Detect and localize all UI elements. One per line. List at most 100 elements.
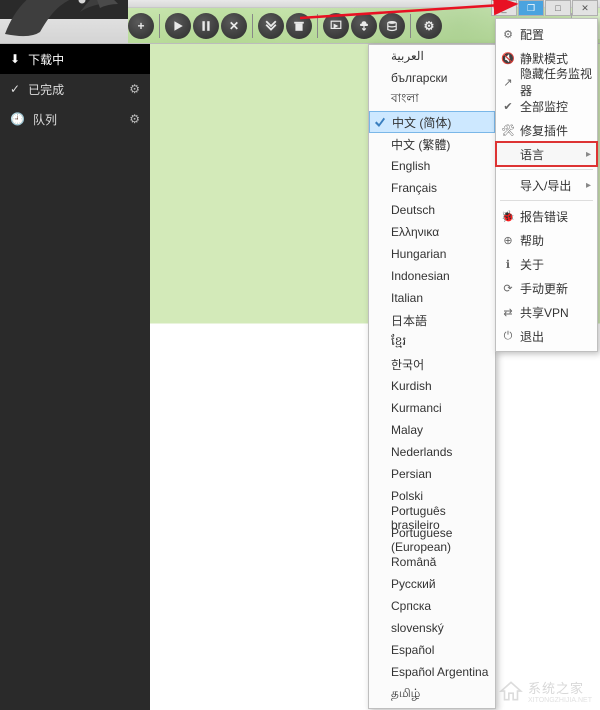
- settings-item[interactable]: ✔全部监控: [496, 94, 597, 118]
- watermark-text: 系统之家: [528, 678, 592, 697]
- pause-button[interactable]: [193, 13, 219, 39]
- language-option[interactable]: 中文 (简体): [369, 111, 495, 133]
- plus-icon: +: [137, 19, 144, 33]
- gear-icon: ⚙: [424, 19, 435, 33]
- menu-item-label: 报告错误: [520, 208, 568, 225]
- maximize-icon: □: [555, 3, 560, 13]
- menu-item-icon: ℹ: [500, 256, 516, 272]
- menu-item-icon: ⚙: [500, 26, 516, 42]
- language-option[interactable]: Ελληνικα: [369, 221, 495, 243]
- gear-icon[interactable]: ⚙: [129, 82, 140, 96]
- sidebar-item-1[interactable]: ✓已完成⚙: [0, 74, 150, 104]
- settings-item[interactable]: 语言: [496, 142, 597, 166]
- language-option[interactable]: Српска: [369, 595, 495, 617]
- menu-item-label: 帮助: [520, 232, 544, 249]
- watermark: 系统之家 XITONGZHIJIA.NET: [498, 678, 592, 704]
- database-button[interactable]: [379, 13, 405, 39]
- trash-icon: [293, 20, 305, 32]
- sidebar-item-label: 队列: [33, 111, 57, 128]
- menu-item-label: 配置: [520, 26, 544, 43]
- menu-item-icon: 🛠: [500, 122, 516, 138]
- settings-item[interactable]: ℹ关于: [496, 252, 597, 276]
- toolbar-separator: [317, 14, 318, 38]
- minimize-button[interactable]: _: [491, 0, 517, 16]
- menu-item-icon: [500, 177, 516, 193]
- menu-item-label: 全部监控: [520, 98, 568, 115]
- download-icon: ⬇: [10, 52, 20, 66]
- language-option[interactable]: Kurmanci: [369, 397, 495, 419]
- play-button[interactable]: [165, 13, 191, 39]
- language-option[interactable]: Русский: [369, 573, 495, 595]
- menu-item-label: 静默模式: [520, 50, 568, 67]
- language-option[interactable]: English: [369, 155, 495, 177]
- language-option[interactable]: Portuguese (European): [369, 529, 495, 551]
- grabber-icon: [330, 20, 342, 32]
- close-button[interactable]: ✕: [572, 0, 598, 16]
- delete-button[interactable]: [286, 13, 312, 39]
- add-button[interactable]: +: [128, 13, 154, 39]
- menu-item-icon: ↗: [500, 74, 516, 90]
- check-icon: ✓: [10, 82, 20, 96]
- settings-item[interactable]: 🛠修复插件: [496, 118, 597, 142]
- language-option[interactable]: 日本語: [369, 309, 495, 331]
- stop-icon: ✕: [229, 19, 239, 33]
- menu-item-icon: ⟳: [500, 280, 516, 296]
- language-option[interactable]: Română: [369, 551, 495, 573]
- language-option[interactable]: Kurdish: [369, 375, 495, 397]
- menu-item-icon: ⇄: [500, 304, 516, 320]
- settings-item[interactable]: ↗隐藏任务监视器: [496, 70, 597, 94]
- language-option[interactable]: தமிழ்: [369, 683, 495, 705]
- sidebar-item-2[interactable]: 🕘队列⚙: [0, 104, 150, 134]
- maximize-button[interactable]: □: [545, 0, 571, 16]
- settings-button[interactable]: ⚙: [416, 13, 442, 39]
- language-option[interactable]: Malay: [369, 419, 495, 441]
- language-option[interactable]: ไทย: [369, 705, 495, 709]
- menu-separator: [500, 169, 593, 170]
- download-cloud-button[interactable]: [351, 13, 377, 39]
- language-option[interactable]: Persian: [369, 463, 495, 485]
- settings-item[interactable]: 🐞报告错误: [496, 204, 597, 228]
- sidebar: ⬇下载中✓已完成⚙🕘队列⚙: [0, 44, 150, 710]
- grabber-button[interactable]: [323, 13, 349, 39]
- settings-item[interactable]: ⏻退出: [496, 324, 597, 348]
- toolbar-separator: [159, 14, 160, 38]
- language-option[interactable]: ខ្មែរ: [369, 331, 495, 353]
- language-option[interactable]: Italian: [369, 287, 495, 309]
- restore-button[interactable]: ❐: [518, 0, 544, 16]
- move-bottom-button[interactable]: [258, 13, 284, 39]
- language-option[interactable]: Español Argentina: [369, 661, 495, 683]
- language-option[interactable]: Español: [369, 639, 495, 661]
- settings-item[interactable]: ⚙配置: [496, 22, 597, 46]
- menu-item-label: 修复插件: [520, 122, 568, 139]
- settings-item[interactable]: 导入/导出: [496, 173, 597, 197]
- settings-item[interactable]: ⟳手动更新: [496, 276, 597, 300]
- menu-separator: [500, 200, 593, 201]
- language-option[interactable]: slovenský: [369, 617, 495, 639]
- menu-item-label: 关于: [520, 256, 544, 273]
- play-icon: [172, 20, 184, 32]
- menu-item-icon: 🐞: [500, 208, 516, 224]
- language-option[interactable]: العربية: [369, 45, 495, 67]
- language-option[interactable]: 한국어: [369, 353, 495, 375]
- gear-icon[interactable]: ⚙: [129, 112, 140, 126]
- toolbar-separator: [252, 14, 253, 38]
- language-option[interactable]: 中文 (繁體): [369, 133, 495, 155]
- stop-button[interactable]: ✕: [221, 13, 247, 39]
- language-option[interactable]: Nederlands: [369, 441, 495, 463]
- language-option[interactable]: Hungarian: [369, 243, 495, 265]
- settings-item[interactable]: ⊕帮助: [496, 228, 597, 252]
- menu-item-label: 退出: [520, 328, 544, 345]
- language-option[interactable]: বাংলা: [369, 89, 495, 111]
- language-menu: العربيةбългарскиবাংলা中文 (简体)中文 (繁體)Engli…: [368, 44, 496, 709]
- language-option[interactable]: Indonesian: [369, 265, 495, 287]
- settings-item[interactable]: ⇄共享VPN: [496, 300, 597, 324]
- menu-item-icon: ⊕: [500, 232, 516, 248]
- database-icon: [386, 20, 398, 32]
- toolbar-separator: [410, 14, 411, 38]
- menu-item-label: 导入/导出: [520, 177, 571, 194]
- menu-item-label: 语言: [520, 146, 544, 163]
- language-option[interactable]: Français: [369, 177, 495, 199]
- language-option[interactable]: български: [369, 67, 495, 89]
- menu-item-icon: [500, 146, 516, 162]
- language-option[interactable]: Deutsch: [369, 199, 495, 221]
